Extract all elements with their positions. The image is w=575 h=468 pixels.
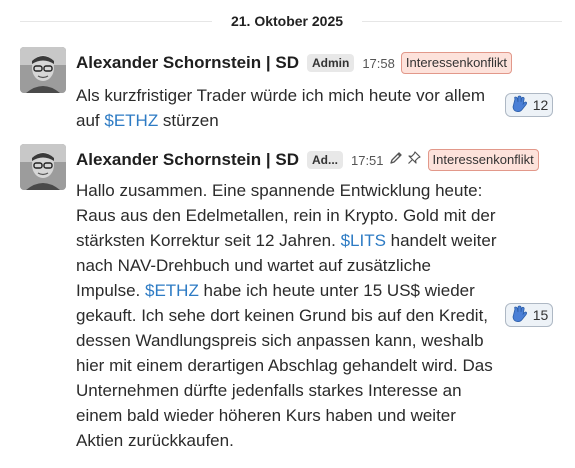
message-text: Als kurzfristiger Trader würde ich mich … <box>76 83 485 133</box>
reaction-count: 15 <box>532 307 549 323</box>
role-badge: Ad... <box>306 151 343 169</box>
message-header: Alexander Schornstein | SD Admin 17:58 I… <box>76 49 513 77</box>
avatar[interactable] <box>20 144 66 190</box>
message-header: Alexander Schornstein | SD Ad... 17:51 I… <box>76 146 539 174</box>
author-name[interactable]: Alexander Schornstein | SD <box>76 150 299 170</box>
timestamp[interactable]: 17:58 <box>362 56 395 71</box>
waving-hand-icon <box>510 95 528 116</box>
timestamp[interactable]: 17:51 <box>351 153 384 168</box>
message-2: Alexander Schornstein | SD Ad... 17:51 I… <box>20 144 565 464</box>
text-segment: stürzen <box>158 111 219 130</box>
conflict-badge: Interessenkonflikt <box>400 52 513 74</box>
message-text: Hallo zusammen. Eine spannende Entwicklu… <box>76 178 497 453</box>
reaction-button[interactable]: 15 <box>505 303 553 327</box>
text-segment: habe ich heute unter 15 US$ wieder gekau… <box>76 281 493 450</box>
pin-icon <box>406 150 422 171</box>
ticker-link[interactable]: $ETHZ <box>145 281 199 300</box>
ticker-link[interactable]: $ETHZ <box>104 111 158 130</box>
divider-line-right <box>362 21 562 22</box>
edit-indicators <box>388 150 422 171</box>
message-1: Alexander Schornstein | SD Admin 17:58 I… <box>20 47 565 135</box>
date-label: 21. Oktober 2025 <box>230 13 344 29</box>
reaction-count: 12 <box>532 97 549 113</box>
pencil-icon <box>388 150 404 171</box>
date-divider: 21. Oktober 2025 <box>0 0 575 44</box>
divider-line-left <box>20 21 212 22</box>
role-badge: Admin <box>306 54 355 72</box>
avatar[interactable] <box>20 47 66 93</box>
reaction-button[interactable]: 12 <box>505 93 553 117</box>
ticker-link[interactable]: $LITS <box>341 231 386 250</box>
author-name[interactable]: Alexander Schornstein | SD <box>76 53 299 73</box>
conflict-badge: Interessenkonflikt <box>427 149 539 171</box>
waving-hand-icon <box>510 305 528 326</box>
